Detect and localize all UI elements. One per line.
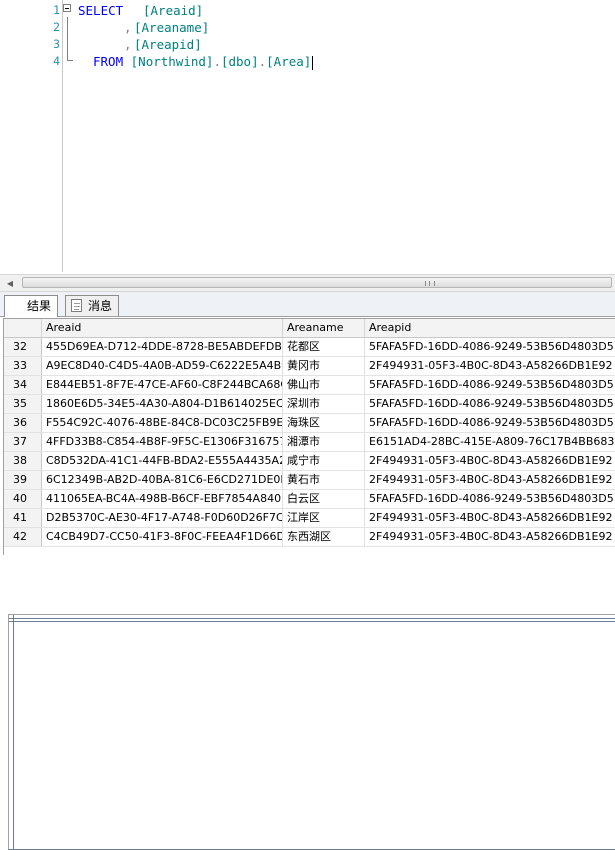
cell-areapid[interactable]: 2F494931-05F3-4B0C-8D43-A58266DB1E92 [365,452,615,470]
cell-areaid[interactable]: 455D69EA-D712-4DDE-8728-BE5ABDEFDB... [42,338,283,356]
column-identifier: [Areapid] [134,37,202,52]
cell-areaname[interactable]: 佛山市 [283,376,365,394]
cell-areapid[interactable]: 2F494931-05F3-4B0C-8D43-A58266DB1E92 [365,509,615,527]
grid-header: Areaid Areaname Areapid [4,319,615,338]
table-row[interactable]: 33 A9EC8D40-C4D5-4A0B-AD59-C6222E5A4B92 黄冈… [4,357,615,376]
table-row[interactable]: 40 411065EA-BC4A-498B-B6CF-EBF7854A8401 白云… [4,490,615,509]
code-line: 1 SELECT [Areaid] [0,2,615,19]
cell-areapid[interactable]: E6151AD4-28BC-415E-A809-76C17B4BB683 [365,433,615,451]
cell-areaid[interactable]: C8D532DA-41C1-44FB-BDA2-E555A4435A21 [42,452,283,470]
sql-query-window: 1 SELECT [Areaid] 2 , [Areaname] 3 , [Ar… [0,0,615,850]
row-number[interactable]: 35 [4,395,42,413]
cell-areaname[interactable]: 黄冈市 [283,357,365,375]
cell-areapid[interactable]: 5FAFA5FD-16DD-4086-9249-53B56D4803D5 [365,490,615,508]
line-number: 1 [53,3,60,17]
sql-editor[interactable]: 1 SELECT [Areaid] 2 , [Areaname] 3 , [Ar… [0,0,615,277]
table-row[interactable]: 32 455D69EA-D712-4DDE-8728-BE5ABDEFDB... 花… [4,338,615,357]
cell-areaname[interactable]: 咸宁市 [283,452,365,470]
comma: , [124,20,132,35]
code-area[interactable]: 1 SELECT [Areaid] 2 , [Areaname] 3 , [Ar… [0,0,615,272]
row-number[interactable]: 41 [4,509,42,527]
dot: . [258,54,267,69]
cell-areapid[interactable]: 2F494931-05F3-4B0C-8D43-A58266DB1E92 [365,528,615,546]
row-number[interactable]: 33 [4,357,42,375]
line-number: 2 [53,20,60,34]
code-line: 4 FROM [Northwind].[dbo].[Area] [0,53,615,70]
cell-areapid[interactable]: 5FAFA5FD-16DD-4086-9249-53B56D4803D5 [365,414,615,432]
cell-areapid[interactable]: 2F494931-05F3-4B0C-8D43-A58266DB1E92 [365,357,615,375]
cell-areaid[interactable]: E844EB51-8F7E-47CE-AF60-C8F244BCA68C [42,376,283,394]
grip-icon [425,281,435,286]
row-number[interactable]: 39 [4,471,42,489]
tab-label: 结果 [27,299,52,313]
column-identifier: [Areaid] [143,3,204,18]
cell-areaname[interactable]: 深圳市 [283,395,365,413]
row-number[interactable]: 40 [4,490,42,508]
cell-areapid[interactable]: 5FAFA5FD-16DD-4086-9249-53B56D4803D5 [365,376,615,394]
message-icon [71,299,82,312]
cell-areapid[interactable]: 5FAFA5FD-16DD-4086-9249-53B56D4803D5 [365,395,615,413]
cell-areaid[interactable]: 4FFD33B8-C854-4B8F-9F5C-E1306F316757 [42,433,283,451]
cell-areaname[interactable]: 东西湖区 [283,528,365,546]
cell-areaname[interactable]: 白云区 [283,490,365,508]
from-clause: FROM [Northwind].[dbo].[Area] [93,53,314,70]
table-identifier: [Area] [266,54,312,69]
text-caret [312,55,314,70]
dot: . [213,54,221,69]
cell-areaid[interactable]: 6C12349B-AB2D-40BA-81C6-E6CD271DE0ED [42,471,283,489]
cell-areaid[interactable]: 1860E6D5-34E5-4A30-A804-D1B614025ECA [42,395,283,413]
code-line: 3 , [Areapid] [0,36,615,53]
table-row[interactable]: 36 F554C92C-4076-48BE-84C8-DC03C25FB9EF 海珠… [4,414,615,433]
comma: , [124,37,132,52]
cell-areaname[interactable]: 黄石市 [283,471,365,489]
row-number[interactable]: 36 [4,414,42,432]
tab-label: 消息 [88,299,113,313]
schema-identifier: [dbo] [220,54,259,69]
cell-areaname[interactable]: 花都区 [283,338,365,356]
table-row[interactable]: 34 E844EB51-8F7E-47CE-AF60-C8F244BCA68C 佛山… [4,376,615,395]
cell-areaname[interactable]: 江岸区 [283,509,365,527]
keyword-from: FROM [93,54,124,69]
cell-areaid[interactable]: C4CB49D7-CC50-41F3-8F0C-FEEA4F1D66D0 [42,528,283,546]
table-row[interactable]: 37 4FFD33B8-C854-4B8F-9F5C-E1306F316757 湘潭… [4,433,615,452]
line-number: 3 [53,37,60,51]
grid-icon [8,614,615,850]
table-row[interactable]: 35 1860E6D5-34E5-4A30-A804-D1B614025ECA 深圳… [4,395,615,414]
row-number-header [4,319,42,337]
tab-results[interactable]: 结果 [4,295,615,850]
table-row[interactable]: 42 C4CB49D7-CC50-41F3-8F0C-FEEA4F1D66D0 东西… [4,528,615,547]
results-tab-bar: 结果 消息 [0,292,615,850]
cell-areaid[interactable]: F554C92C-4076-48BE-84C8-DC03C25FB9EF [42,414,283,432]
scroll-left-icon[interactable]: ◀ [2,275,18,291]
cell-areaname[interactable]: 海珠区 [283,414,365,432]
results-grid[interactable]: Areaid Areaname Areapid 32 455D69EA-D712-… [3,318,615,555]
scrollbar-thumb[interactable] [22,277,612,288]
line-number: 4 [53,54,60,68]
column-header[interactable]: Areaid [42,319,283,337]
row-number[interactable]: 32 [4,338,42,356]
cell-areapid[interactable]: 5FAFA5FD-16DD-4086-9249-53B56D4803D5 [365,338,615,356]
code-line: 2 , [Areaname] [0,19,615,36]
column-identifier: [Areaname] [134,20,210,35]
cell-areaid[interactable]: 411065EA-BC4A-498B-B6CF-EBF7854A8401 [42,490,283,508]
cell-areapid[interactable]: 2F494931-05F3-4B0C-8D43-A58266DB1E92 [365,471,615,489]
row-number[interactable]: 42 [4,528,42,546]
cell-areaid[interactable]: A9EC8D40-C4D5-4A0B-AD59-C6222E5A4B92 [42,357,283,375]
table-row[interactable]: 39 6C12349B-AB2D-40BA-81C6-E6CD271DE0ED 黄石… [4,471,615,490]
row-number[interactable]: 34 [4,376,42,394]
row-number[interactable]: 37 [4,433,42,451]
row-number[interactable]: 38 [4,452,42,470]
table-row[interactable]: 38 C8D532DA-41C1-44FB-BDA2-E555A4435A21 咸宁… [4,452,615,471]
table-row[interactable]: 41 D2B5370C-AE30-4F17-A748-F0D60D26F7C0 江岸… [4,509,615,528]
keyword-select: SELECT [78,3,124,18]
cell-areaid[interactable]: D2B5370C-AE30-4F17-A748-F0D60D26F7C0 [42,509,283,527]
column-header[interactable]: Areapid [365,319,615,337]
database-identifier: [Northwind] [130,54,214,69]
cell-areaname[interactable]: 湘潭市 [283,433,365,451]
tab-messages[interactable]: 消息 [65,295,120,316]
column-header[interactable]: Areaname [283,319,365,337]
horizontal-scrollbar[interactable]: ◀ [0,274,615,292]
